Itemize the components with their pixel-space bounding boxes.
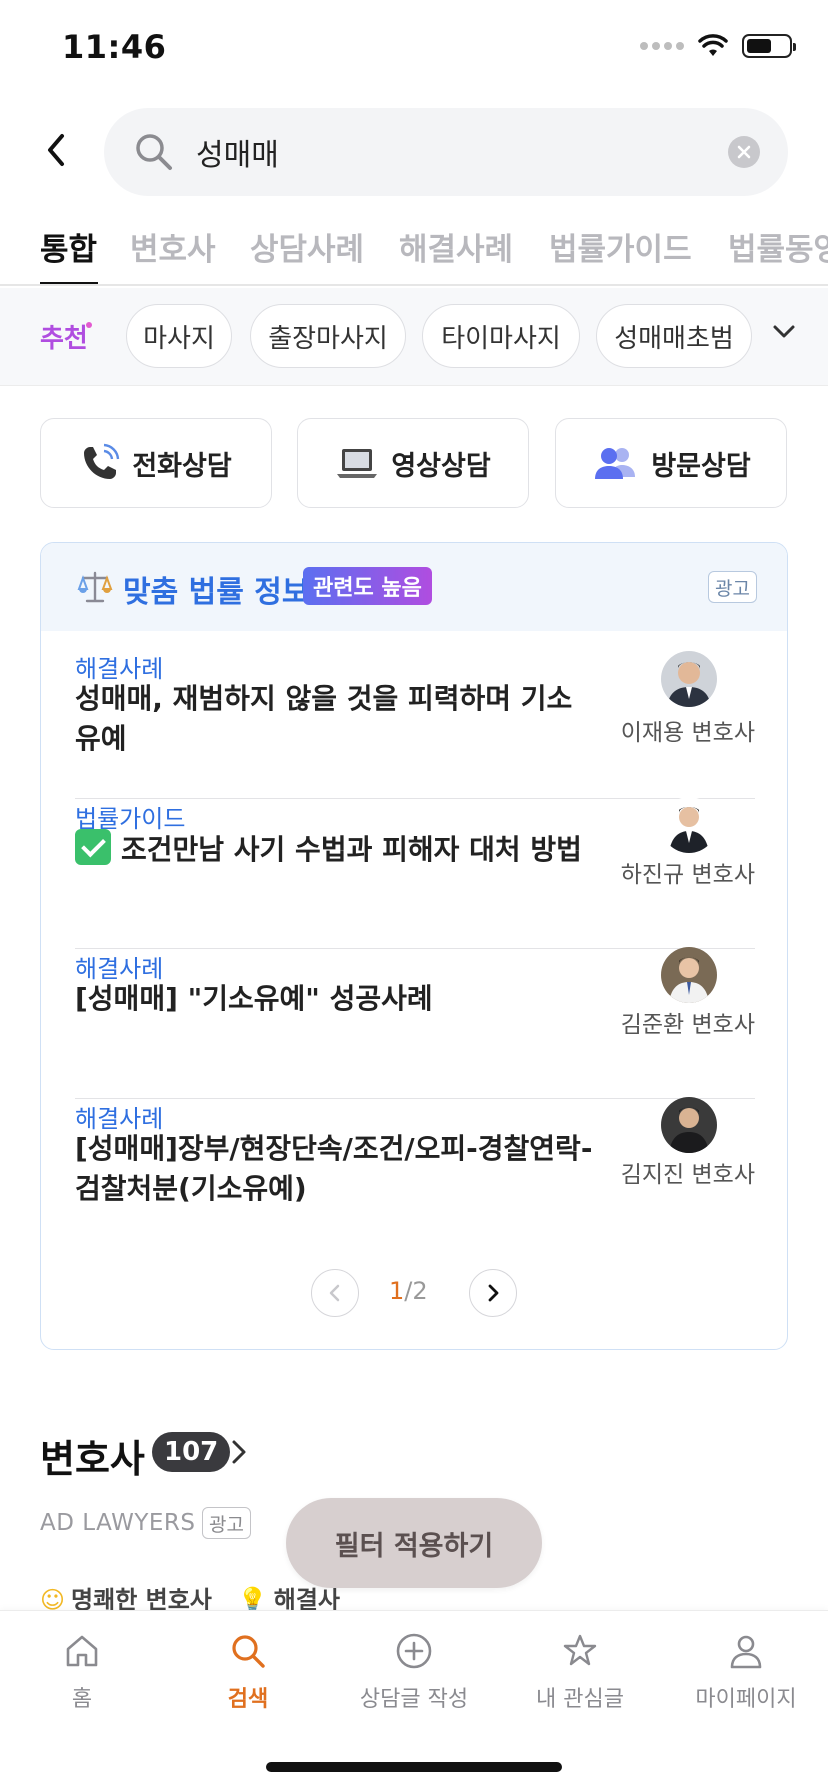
list-item[interactable]: 해결사례 [성매매]장부/현장단속/조건/오피-경찰연락-검찰처분(기소유예) … <box>75 1097 755 1249</box>
phone-consult-label: 전화상담 <box>132 450 232 482</box>
lawyer-photo <box>661 1097 717 1153</box>
card-header: 맞춤 법률 정보 관련도 높음 광고 <box>41 543 787 631</box>
prev-page-button[interactable] <box>311 1269 359 1317</box>
tab-lawyers[interactable]: 변호사 <box>130 224 216 269</box>
video-consult-label: 영상상담 <box>391 450 491 482</box>
nav-write-post[interactable]: 상담글 작성 <box>334 1631 494 1713</box>
lawyer-name: 김지진 변호사 <box>620 1162 755 1188</box>
case-title-row: 조건만남 사기 수법과 피해자 대처 방법 <box>75 829 635 870</box>
search-tabs: 통합 변호사 상담사례 해결사례 법률가이드 법률동영상 <box>0 218 828 286</box>
video-consult-button[interactable]: 영상상담 <box>297 418 529 508</box>
next-page-button[interactable] <box>469 1269 517 1317</box>
lawyer-name: 이재용 변호사 <box>620 720 755 746</box>
total-pages: /2 <box>404 1277 428 1305</box>
status-bar: 11:46 <box>0 0 828 100</box>
close-icon <box>737 145 751 159</box>
nav-my-interest-label: 내 관심글 <box>536 1687 624 1712</box>
ad-badge: 광고 <box>202 1507 251 1539</box>
scale-icon <box>77 571 113 603</box>
tab-consult-cases[interactable]: 상담사례 <box>250 224 364 269</box>
recommend-label: 추천 <box>40 324 88 354</box>
phone-icon <box>84 443 120 479</box>
list-item[interactable]: 해결사례 [성매매] "기소유예" 성공사례 김준환 변호사 <box>75 947 755 1099</box>
tab-solved-cases[interactable]: 해결사례 <box>399 224 513 269</box>
lawyer-photo <box>661 947 717 1003</box>
recommend-dot <box>86 322 92 328</box>
lawyer-count-badge: 107 <box>152 1432 231 1472</box>
visit-consult-label: 방문상담 <box>651 450 751 482</box>
chevron-down-icon[interactable] <box>770 318 798 346</box>
search-bar[interactable] <box>104 108 788 196</box>
card-title: 맞춤 법률 정보 <box>123 575 310 610</box>
tab-legal-guide[interactable]: 법률가이드 <box>549 224 692 269</box>
star-icon <box>563 1634 597 1666</box>
avatar <box>661 1097 717 1153</box>
current-page: 1 <box>389 1277 405 1305</box>
nav-search-label: 검색 <box>227 1687 269 1712</box>
search-input[interactable] <box>196 132 676 172</box>
ad-lawyers-label: AD LAWYERS <box>40 1510 196 1536</box>
wifi-icon <box>698 34 728 56</box>
tab-active-indicator <box>40 282 98 284</box>
avatar <box>661 651 717 707</box>
chevron-left-icon <box>48 134 64 166</box>
search-icon <box>136 134 172 170</box>
case-title: 조건만남 사기 수법과 피해자 대처 방법 <box>121 833 582 866</box>
tab-legal-video[interactable]: 법률동영상 <box>728 224 828 269</box>
chevron-right-icon[interactable] <box>228 1438 250 1466</box>
lawyer-section-title[interactable]: 변호사 <box>40 1428 145 1483</box>
avatar <box>661 797 717 853</box>
back-button[interactable] <box>40 130 74 170</box>
phone-consult-button[interactable]: 전화상담 <box>40 418 272 508</box>
pagination: 1/2 <box>41 1269 787 1317</box>
search-icon <box>232 1635 265 1668</box>
laptop-icon <box>337 449 378 478</box>
lawyer-photo <box>661 651 717 707</box>
visit-consult-button[interactable]: 방문상담 <box>555 418 787 508</box>
person-icon <box>730 1635 762 1669</box>
plus-circle-icon <box>396 1633 432 1669</box>
recommend-chips: 추천 마사지 출장마사지 타이마사지 성매매초범 <box>0 288 828 386</box>
people-icon <box>595 448 636 479</box>
nav-home[interactable]: 홈 <box>2 1631 162 1713</box>
home-indicator <box>266 1762 562 1772</box>
relevance-badge: 관련도 높음 <box>303 567 432 605</box>
lawyer-name: 김준환 변호사 <box>620 1012 755 1038</box>
nav-home-label: 홈 <box>71 1687 93 1712</box>
chip-outcall-massage[interactable]: 출장마사지 <box>250 304 406 368</box>
nav-search[interactable]: 검색 <box>168 1631 328 1713</box>
apply-filter-button[interactable]: 필터 적용하기 <box>286 1498 542 1588</box>
battery-icon <box>742 34 796 58</box>
status-time: 11:46 <box>62 28 167 66</box>
chevron-left-icon <box>329 1284 340 1302</box>
nav-mypage-label: 마이페이지 <box>695 1687 797 1712</box>
avatar <box>661 947 717 1003</box>
home-icon <box>66 1635 98 1667</box>
case-title: [성매매]장부/현장단속/조건/오피-경찰연락-검찰처분(기소유예) <box>75 1132 593 1205</box>
list-item[interactable]: 해결사례 성매매, 재범하지 않을 것을 피력하며 기소유예 이재용 변호사 <box>75 649 755 799</box>
nav-my-interest[interactable]: 내 관심글 <box>500 1631 660 1713</box>
lawyer-name: 하진규 변호사 <box>620 862 755 888</box>
status-icons <box>640 34 796 58</box>
list-item[interactable]: 법률가이드 조건만남 사기 수법과 피해자 대처 방법 하진규 변호사 <box>75 797 755 949</box>
chip-thai-massage[interactable]: 타이마사지 <box>422 304 580 368</box>
page-indicator: 1/2 <box>389 1277 428 1305</box>
nav-mypage[interactable]: 마이페이지 <box>666 1631 826 1713</box>
chip-first-offense[interactable]: 성매매초범 <box>596 304 752 368</box>
clear-search-button[interactable] <box>728 136 760 168</box>
lawyer-photo <box>661 797 717 853</box>
custom-legal-info-card: 맞춤 법률 정보 관련도 높음 광고 해결사례 성매매, 재범하지 않을 것을 … <box>40 542 788 1350</box>
nav-write-post-label: 상담글 작성 <box>359 1687 469 1712</box>
check-icon <box>75 829 111 865</box>
chevron-right-icon <box>488 1284 499 1302</box>
chip-massage[interactable]: 마사지 <box>126 304 232 368</box>
case-title: [성매매] "기소유예" 성공사례 <box>75 982 433 1015</box>
ad-badge: 광고 <box>708 571 757 603</box>
signal-icon <box>640 42 684 50</box>
case-title: 성매매, 재범하지 않을 것을 피력하며 기소유예 <box>75 682 573 755</box>
tab-integrated[interactable]: 통합 <box>40 224 97 269</box>
